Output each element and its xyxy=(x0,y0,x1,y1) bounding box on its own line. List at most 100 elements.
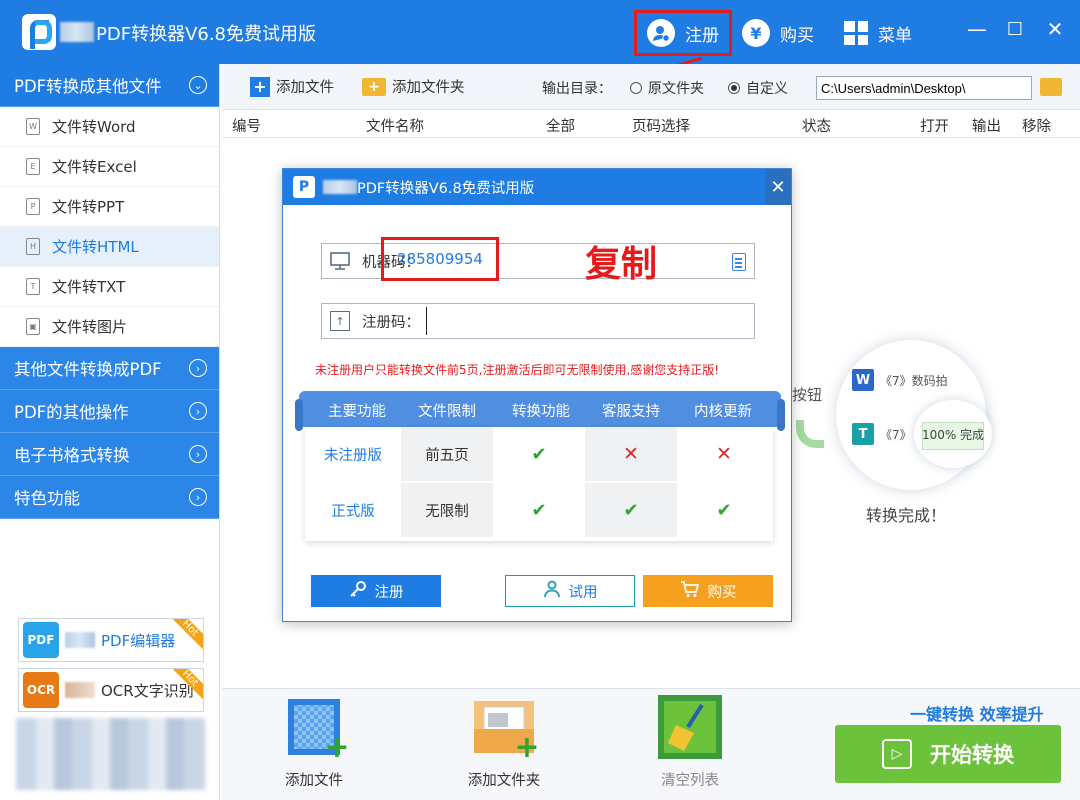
slogan-text: 一键转换 效率提升 xyxy=(910,705,1044,724)
browse-folder-icon[interactable] xyxy=(1040,78,1062,96)
minimize-button[interactable]: — xyxy=(962,14,992,44)
dialog-trial-button[interactable]: 试用 xyxy=(505,575,635,607)
compare-cell-name: 正式版 xyxy=(331,503,375,520)
sidebar-group-pdf-operations[interactable]: PDF的其他操作 › xyxy=(0,390,219,433)
check-icon: ✔ xyxy=(531,443,547,465)
radio-dot xyxy=(630,82,642,94)
column-header: 移除 xyxy=(1022,119,1051,135)
toolbar: + 添加文件 + 添加文件夹 输出目录： 原文件夹 自定义 xyxy=(222,64,1080,110)
sidebar-item-ppt[interactable]: P 文件转PPT xyxy=(0,187,219,227)
add-folder-button[interactable]: + 添加文件夹 xyxy=(362,76,465,97)
sidebar-item-image[interactable]: ▣ 文件转图片 xyxy=(0,307,219,347)
sidebar-item-html[interactable]: H 文件转HTML xyxy=(0,227,219,267)
sidebar-group-ebook[interactable]: 电子书格式转换 › xyxy=(0,433,219,476)
dialog-register-button[interactable]: 注册 xyxy=(311,575,441,607)
bottom-add-folder-button[interactable]: + 添加文件夹 xyxy=(454,695,554,790)
menu-button[interactable]: 菜单 xyxy=(844,14,912,52)
compare-header-cell: 客服支持 xyxy=(602,404,660,420)
register-dialog: P PDF转换器V6.8免费试用版 ✕ 机器码： 285809954 复制 ↑ … xyxy=(282,168,792,622)
copy-icon[interactable] xyxy=(732,253,746,271)
cross-icon: ✕ xyxy=(585,427,677,481)
sidebar-group-label: 其他文件转换成PDF xyxy=(14,360,162,379)
sidebar-item-txt[interactable]: T 文件转TXT xyxy=(0,267,219,307)
word-file-icon: W xyxy=(26,118,40,135)
sidebar-item-label: 文件转图片 xyxy=(52,318,128,336)
sidebar-group-label: PDF的其他操作 xyxy=(14,403,129,422)
broom-icon xyxy=(658,695,722,759)
image-file-icon: ▣ xyxy=(26,318,40,335)
compare-row-unregistered: 未注册版 前五页 ✔ ✕ ✕ xyxy=(305,427,773,481)
maximize-button[interactable]: ☐ xyxy=(1000,14,1030,44)
column-header: 编号 xyxy=(232,119,261,135)
add-folder-label: 添加文件夹 xyxy=(392,80,465,96)
column-header: 状态 xyxy=(802,119,831,135)
add-file-button[interactable]: + 添加文件 xyxy=(250,76,334,97)
file-table-header: 编号 文件名称 全部 页码选择 状态 打开 输出 移除 xyxy=(222,110,1080,138)
app-logo-icon xyxy=(22,14,56,50)
sidebar-item-excel[interactable]: E 文件转Excel xyxy=(0,147,219,187)
ocr-logo-icon: OCR xyxy=(23,672,59,708)
sidebar-group-other-to-pdf[interactable]: 其他文件转换成PDF › xyxy=(0,347,219,390)
conversion-done-text: 转换完成！ xyxy=(866,506,947,525)
compare-header-cell: 文件限制 xyxy=(418,404,476,420)
dialog-close-button[interactable]: ✕ xyxy=(765,169,791,205)
radio-label: 原文件夹 xyxy=(648,81,704,97)
blurred-brand-name xyxy=(323,180,357,194)
output-path-input[interactable] xyxy=(816,76,1032,100)
progress-bubble: 100% 完成 xyxy=(914,400,992,468)
bottom-add-file-button[interactable]: + 添加文件 xyxy=(264,695,364,790)
sidebar-item-label: 文件转TXT xyxy=(52,278,126,296)
promo-pdf-editor[interactable]: PDF PDF编辑器 Hot xyxy=(18,618,204,662)
user-icon xyxy=(647,19,675,47)
compare-cell-limit: 无限制 xyxy=(401,483,493,537)
chevron-right-icon: › xyxy=(189,445,207,463)
register-button[interactable]: 注册 xyxy=(634,10,732,56)
dialog-register-label: 注册 xyxy=(374,584,404,601)
radio-original-folder[interactable]: 原文件夹 xyxy=(630,78,704,98)
sidebar: PDF转换成其他文件 ⌄ W 文件转Word E 文件转Excel P 文件转P… xyxy=(0,64,220,800)
radio-custom-folder[interactable]: 自定义 xyxy=(728,78,788,98)
close-button[interactable]: ✕ xyxy=(1040,14,1070,44)
sidebar-group-label: 电子书格式转换 xyxy=(14,446,130,465)
progress-text: 100% 完成 xyxy=(921,427,985,442)
play-icon: ▷ xyxy=(882,739,912,769)
html-file-icon: H xyxy=(26,238,40,255)
cross-icon: ✕ xyxy=(716,443,732,465)
clear-list-button[interactable]: 清空列表 xyxy=(640,695,740,790)
start-convert-button[interactable]: ▷ 开始转换 xyxy=(835,725,1061,783)
buy-label: 购买 xyxy=(780,25,814,46)
add-folder-icon: + xyxy=(362,77,386,96)
promo-label: PDF编辑器 xyxy=(101,631,176,650)
chevron-right-icon: › xyxy=(189,359,207,377)
sidebar-group-label: 特色功能 xyxy=(14,489,80,508)
sidebar-item-label: 文件转HTML xyxy=(52,238,139,256)
compare-row-full: 正式版 无限制 ✔ ✔ ✔ xyxy=(305,483,773,537)
trial-warning: 未注册用户只能转换文件前5页,注册激活后即可无限制使用,感谢您支持正版! xyxy=(315,363,720,377)
radio-label: 自定义 xyxy=(746,81,788,97)
compare-cell-limit: 前五页 xyxy=(401,427,493,481)
promo-ocr[interactable]: OCR OCR文字识别 Hot xyxy=(18,668,204,712)
add-file-label: 添加文件 xyxy=(276,80,334,96)
app-title: PDF转换器V6.8免费试用版 xyxy=(96,24,317,45)
buy-button[interactable]: ¥ 购买 xyxy=(742,14,814,52)
sidebar-item-label: 文件转PPT xyxy=(52,198,125,216)
bottom-add-folder-label: 添加文件夹 xyxy=(467,773,541,789)
register-code-input[interactable] xyxy=(426,307,726,335)
cart-icon xyxy=(680,580,700,602)
column-header: 文件名称 xyxy=(366,119,424,135)
dialog-buy-button[interactable]: 购买 xyxy=(643,575,773,607)
column-header: 页码选择 xyxy=(632,119,690,135)
copy-annotation: 复制 xyxy=(585,244,658,285)
monitor-icon xyxy=(330,251,350,271)
sidebar-group-features[interactable]: 特色功能 › xyxy=(0,476,219,519)
chevron-right-icon: › xyxy=(189,488,207,506)
machine-code-value[interactable]: 285809954 xyxy=(381,237,499,281)
bottom-bar: + 添加文件 + 添加文件夹 清空列表 一键转换 效率提升 ▷ 开始转换 xyxy=(222,688,1080,800)
compare-header-cell: 主要功能 xyxy=(328,404,386,420)
person-icon xyxy=(543,580,561,602)
sidebar-group-pdf-to-other[interactable]: PDF转换成其他文件 ⌄ xyxy=(0,64,219,107)
sidebar-item-word[interactable]: W 文件转Word xyxy=(0,107,219,147)
radio-dot xyxy=(728,82,740,94)
blurred-qr-area xyxy=(16,718,206,790)
start-convert-label: 开始转换 xyxy=(930,743,1014,767)
